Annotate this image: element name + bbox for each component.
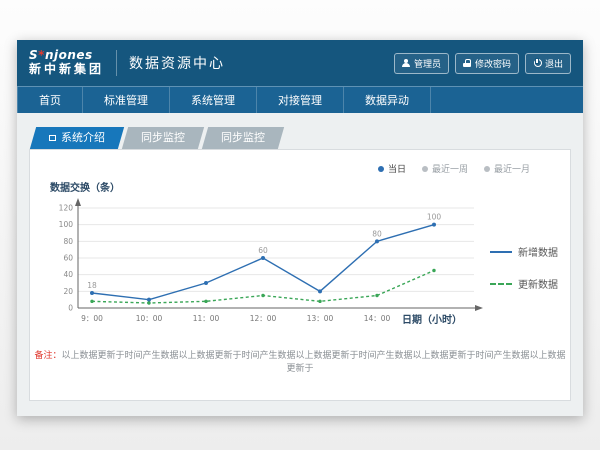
nav-item-docking-mgmt[interactable]: 对接管理 [257, 87, 344, 113]
series-legend: 新增数据 更新数据 [490, 244, 558, 326]
svg-text:0: 0 [68, 304, 73, 313]
legend-label-update: 更新数据 [518, 276, 558, 291]
legend-label-new: 新增数据 [518, 244, 558, 259]
line-chart: 0 20 40 60 80 100 120 9：00 10：00 11：00 12：00 13：00 1… [42, 196, 488, 328]
filter-last-week-label: 最近一周 [432, 162, 468, 175]
svg-text:60: 60 [63, 254, 73, 263]
main-nav: 首页 标准管理 系统管理 对接管理 数据异动 [17, 86, 583, 113]
dot-icon [422, 166, 428, 172]
svg-text:18: 18 [87, 281, 97, 290]
svg-text:80: 80 [63, 237, 73, 246]
svg-text:100: 100 [427, 213, 442, 222]
header-divider [116, 50, 117, 76]
filter-last-month[interactable]: 最近一月 [484, 162, 530, 175]
change-password-label: 修改密码 [475, 57, 511, 70]
nav-item-home[interactable]: 首页 [17, 87, 83, 113]
note-text: 以上数据更新于时间产生数据以上数据更新于时间产生数据以上数据更新于时间产生数据以… [62, 351, 566, 374]
logo-wordmark: S*njones [29, 49, 104, 63]
svg-text:11：00: 11：00 [193, 314, 220, 323]
svg-text:10：00: 10：00 [136, 314, 163, 323]
admin-user-button[interactable]: 管理员 [394, 53, 449, 74]
user-icon [402, 59, 410, 67]
svg-text:9：00: 9：00 [81, 314, 103, 323]
svg-text:60: 60 [258, 246, 268, 255]
admin-user-label: 管理员 [414, 57, 441, 70]
footnote: 备注：以上数据更新于时间产生数据以上数据更新于时间产生数据以上数据更新于时间产生… [30, 348, 570, 374]
note-label: 备注： [34, 351, 61, 361]
header-actions: 管理员 修改密码 退出 [394, 53, 571, 74]
logout-label: 退出 [545, 57, 563, 70]
tab-label: 同步监控 [221, 131, 265, 144]
nav-item-system-mgmt[interactable]: 系统管理 [170, 87, 257, 113]
legend-line-update [490, 283, 512, 285]
nav-item-data-change[interactable]: 数据异动 [344, 87, 431, 113]
power-icon [533, 59, 541, 67]
logout-button[interactable]: 退出 [525, 53, 571, 74]
company-logo: S*njones 新中新集团 [29, 49, 104, 77]
logo-company-name: 新中新集团 [29, 63, 104, 77]
svg-text:80: 80 [372, 229, 382, 238]
logo-text-suffix: njones [45, 48, 93, 62]
svg-text:14：00: 14：00 [364, 314, 391, 323]
grid-icon [49, 135, 56, 141]
tab-label: 同步监控 [141, 131, 185, 144]
change-password-button[interactable]: 修改密码 [455, 53, 519, 74]
chart-panel: 当日 最近一周 最近一月 数据交换（条） 0 20 40 60 80 100 120 9：00… [29, 149, 571, 401]
app-window: S*njones 新中新集团 数据资源中心 管理员 修改密码 退出 首页 标准管… [17, 40, 583, 416]
svg-text:20: 20 [63, 287, 73, 296]
tab-sync-monitor-2[interactable]: 同步监控 [202, 127, 284, 149]
content-area: 系统介绍 同步监控 同步监控 当日 最近一周 [17, 113, 583, 416]
tab-bar: 系统介绍 同步监控 同步监控 [33, 127, 571, 149]
filter-last-week[interactable]: 最近一周 [422, 162, 468, 175]
legend-item-new-data[interactable]: 新增数据 [490, 244, 558, 259]
filter-last-month-label: 最近一月 [494, 162, 530, 175]
page-title: 数据资源中心 [129, 53, 225, 73]
filter-today[interactable]: 当日 [378, 162, 406, 175]
logo-text-prefix: S [29, 48, 38, 62]
svg-text:13：00: 13：00 [307, 314, 334, 323]
svg-text:100: 100 [59, 220, 74, 229]
filter-today-label: 当日 [388, 162, 406, 175]
tab-sync-monitor-1[interactable]: 同步监控 [122, 127, 204, 149]
legend-line-new [490, 251, 512, 253]
y-axis-title: 数据交换（条） [50, 179, 558, 194]
chart-column: 0 20 40 60 80 100 120 9：00 10：00 11：00 12：00 13：00 1… [42, 196, 490, 326]
svg-text:40: 40 [63, 270, 73, 279]
tab-system-intro[interactable]: 系统介绍 [30, 127, 124, 149]
tab-label: 系统介绍 [61, 131, 105, 144]
svg-text:120: 120 [59, 204, 74, 213]
dot-icon [378, 166, 384, 172]
legend-item-update-data[interactable]: 更新数据 [490, 276, 558, 291]
chart-row: 0 20 40 60 80 100 120 9：00 10：00 11：00 12：00 13：00 1… [42, 196, 558, 326]
dot-icon [484, 166, 490, 172]
svg-text:12：00: 12：00 [250, 314, 277, 323]
lock-icon [463, 59, 471, 67]
logo-star-icon: * [38, 48, 45, 62]
app-header: S*njones 新中新集团 数据资源中心 管理员 修改密码 退出 [17, 40, 583, 86]
nav-item-standard-mgmt[interactable]: 标准管理 [83, 87, 170, 113]
period-filter-legend: 当日 最近一周 最近一月 [42, 162, 530, 175]
